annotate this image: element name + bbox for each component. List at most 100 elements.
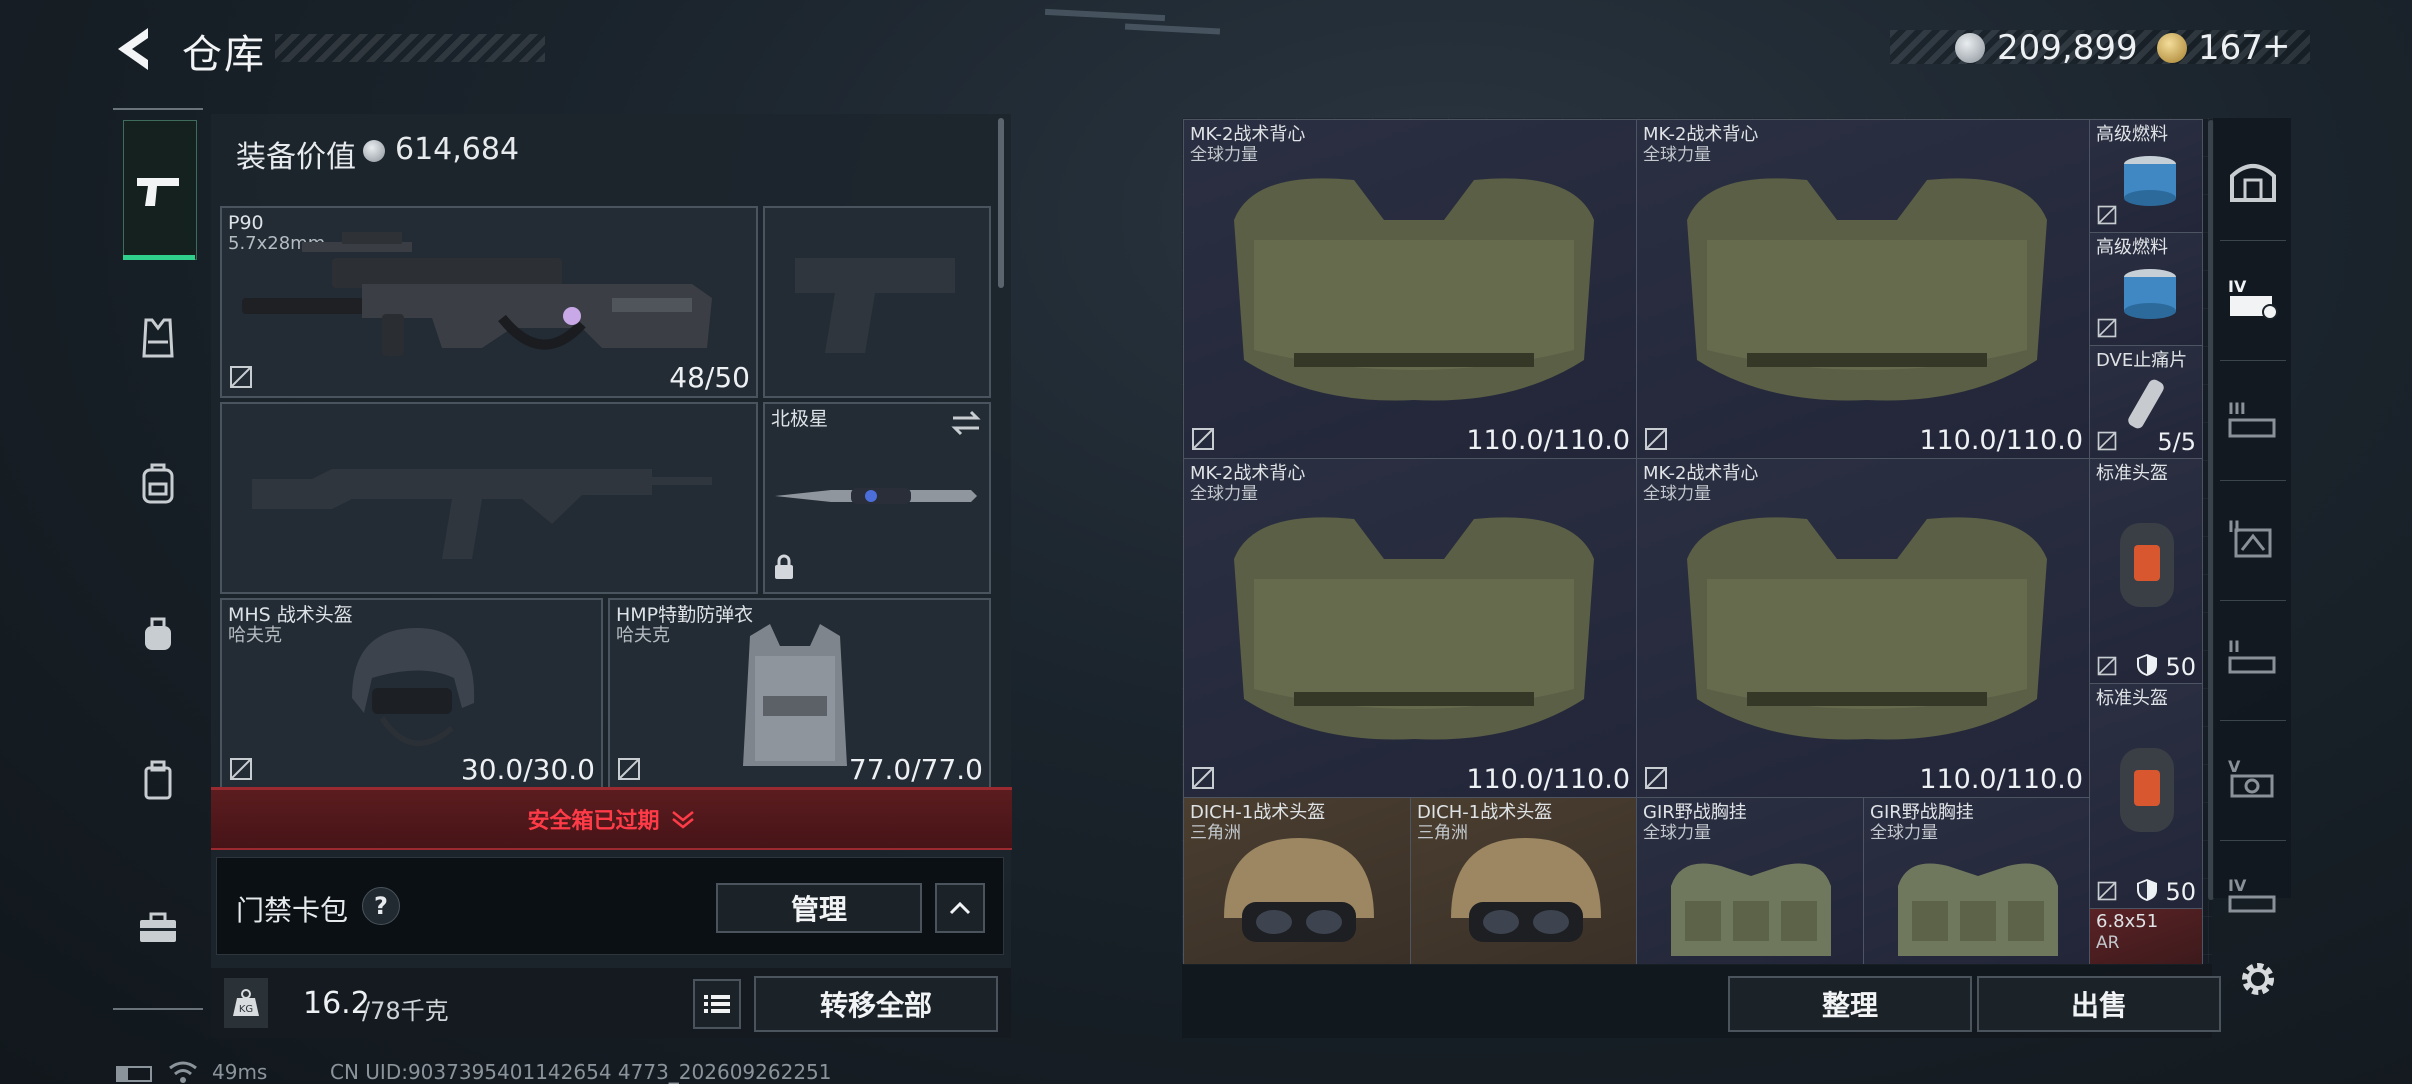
gold-coin-icon bbox=[2157, 33, 2187, 63]
storage-tier-iii-icon: III bbox=[2228, 399, 2276, 438]
storage-tab-2[interactable]: II bbox=[2224, 628, 2282, 686]
pistol-icon bbox=[137, 178, 179, 206]
armor-slot[interactable]: HMP特勤防弹衣 哈夫克 77.0/77.0 bbox=[608, 598, 991, 790]
wifi-icon bbox=[169, 1061, 197, 1083]
chest-rig-image bbox=[1898, 863, 2058, 956]
shield-icon bbox=[2137, 654, 2157, 676]
item-durability: 110.0/110.0 bbox=[1466, 425, 1630, 456]
storage-item-chest-rig[interactable]: GIR野战胸挂 全球力量 bbox=[1863, 797, 2090, 965]
safe-box-expired-bar[interactable]: 安全箱已过期 bbox=[211, 787, 1012, 850]
storage-item-dich-helmet[interactable]: DICH-1战术头盔 三角洲 bbox=[1410, 797, 1637, 965]
storage-tab-4b[interactable]: IV bbox=[2224, 866, 2282, 924]
storage-item-ammo[interactable]: 6.8x51 AR bbox=[2089, 908, 2203, 965]
swap-icon[interactable] bbox=[951, 410, 981, 436]
rifle-silhouette-icon bbox=[252, 469, 712, 559]
title-decoration bbox=[275, 34, 545, 62]
item-armor-level: 50 bbox=[2165, 653, 2196, 681]
chevron-up-icon bbox=[949, 901, 971, 915]
list-view-button[interactable] bbox=[693, 979, 741, 1029]
tab-divider bbox=[2220, 600, 2286, 601]
tab-divider bbox=[2220, 840, 2286, 841]
item-name: DICH-1战术头盔 bbox=[1190, 802, 1326, 823]
no-insure-icon bbox=[2097, 318, 2117, 338]
no-insure-icon bbox=[2097, 431, 2117, 451]
toolbox-icon bbox=[140, 912, 176, 942]
svg-text:V: V bbox=[2228, 757, 2241, 776]
storage-item-chest-rig[interactable]: GIR野战胸挂 全球力量 bbox=[1636, 797, 1864, 965]
item-brand: AR bbox=[2096, 933, 2120, 953]
storage-item-helmet[interactable]: 标准头盔 50 bbox=[2089, 458, 2203, 684]
item-name: GIR野战胸挂 bbox=[1870, 802, 1974, 823]
item-name: 6.8x51 bbox=[2096, 911, 2159, 932]
sidebar-item-pouch[interactable] bbox=[133, 755, 183, 805]
sidebar-item-bag[interactable] bbox=[133, 608, 183, 658]
keycard-help-button[interactable]: ? bbox=[362, 887, 400, 925]
storage-tier-v-icon: V bbox=[2228, 757, 2274, 798]
primary-weapon-slot[interactable]: P90 5.7x28mm 48/50 bbox=[220, 206, 758, 398]
svg-text:KG: KG bbox=[239, 1004, 253, 1015]
storage-item-vest[interactable]: MK-2战术背心 全球力量 110.0/110.0 bbox=[1636, 119, 2090, 459]
vest-icon bbox=[142, 318, 174, 358]
storage-tier-iv-icon: IV bbox=[2228, 277, 2278, 320]
keycard-label: 门禁卡包 bbox=[236, 894, 349, 927]
vault-icon bbox=[2230, 164, 2276, 202]
add-gold-button[interactable]: + bbox=[2262, 26, 2291, 66]
storage-item-painkiller[interactable]: DVE止痛片 5/5 bbox=[2089, 345, 2203, 459]
loadout-scrollbar[interactable] bbox=[998, 118, 1004, 288]
tab-divider bbox=[2220, 720, 2286, 721]
melee-slot[interactable]: 北极星 bbox=[763, 402, 991, 594]
back-button[interactable] bbox=[112, 24, 156, 74]
item-armor-level: 50 bbox=[2165, 878, 2196, 906]
svg-text:III: III bbox=[2228, 399, 2246, 418]
sort-button[interactable]: 整理 bbox=[1728, 976, 1972, 1032]
sidebar-item-weapons[interactable] bbox=[133, 165, 183, 215]
tab-divider bbox=[2220, 360, 2286, 361]
storage-item-vest[interactable]: MK-2战术背心 全球力量 110.0/110.0 bbox=[1183, 458, 1637, 798]
svg-text:IV: IV bbox=[2228, 876, 2247, 895]
pill-tube-image bbox=[2128, 379, 2164, 429]
item-brand: 全球力量 bbox=[1643, 823, 1711, 843]
silver-coin-icon bbox=[1955, 33, 1985, 63]
storage-tab-armor[interactable]: II bbox=[2224, 508, 2282, 566]
chest-rig-image bbox=[1671, 863, 1831, 956]
storage-item-vest[interactable]: MK-2战术背心 全球力量 110.0/110.0 bbox=[1183, 119, 1637, 459]
bag-icon bbox=[145, 617, 171, 650]
storage-item-dich-helmet[interactable]: DICH-1战术头盔 三角洲 bbox=[1183, 797, 1411, 965]
no-insure-icon bbox=[230, 758, 252, 780]
pistol-slot[interactable] bbox=[763, 206, 991, 398]
storage-tab-5[interactable]: V bbox=[2224, 748, 2282, 806]
item-name: 标准头盔 bbox=[2096, 463, 2168, 484]
tab-divider bbox=[2220, 480, 2286, 481]
keycard-manage-button[interactable]: 管理 bbox=[716, 883, 922, 933]
p90-weapon-image bbox=[242, 232, 712, 356]
dich-helmet-image bbox=[1451, 838, 1601, 942]
helmet-slot[interactable]: MHS 战术头盔 哈夫克 30.0/30.0 bbox=[220, 598, 603, 790]
item-durability: 110.0/110.0 bbox=[1919, 764, 2083, 795]
helmet-brand: 哈夫克 bbox=[228, 625, 282, 646]
sidebar-item-vest[interactable] bbox=[133, 313, 183, 363]
no-insure-icon bbox=[2097, 881, 2117, 901]
settings-button[interactable] bbox=[2237, 958, 2279, 1000]
sell-button[interactable]: 出售 bbox=[1977, 976, 2221, 1032]
storage-item-fuel[interactable]: 高级燃料 bbox=[2089, 119, 2203, 233]
item-name: 高级燃料 bbox=[2096, 237, 2168, 258]
storage-item-helmet[interactable]: 标准头盔 50 bbox=[2089, 683, 2203, 909]
storage-item-fuel[interactable]: 高级燃料 bbox=[2089, 232, 2203, 346]
secondary-weapon-slot[interactable] bbox=[220, 402, 758, 594]
sidebar-active-indicator bbox=[123, 255, 195, 260]
helmet-image bbox=[2120, 748, 2174, 832]
storage-tab-3[interactable]: III bbox=[2224, 390, 2282, 448]
armor-durability: 77.0/77.0 bbox=[848, 753, 983, 786]
sidebar-item-toolbox[interactable] bbox=[133, 902, 183, 952]
sidebar-item-backpack[interactable] bbox=[133, 458, 183, 508]
no-insure-icon bbox=[1192, 428, 1214, 450]
storage-tab-4[interactable]: IV bbox=[2224, 268, 2282, 326]
item-name: MK-2战术背心 bbox=[1643, 463, 1759, 484]
storage-item-vest[interactable]: MK-2战术背心 全球力量 110.0/110.0 bbox=[1636, 458, 2090, 798]
transfer-all-button[interactable]: 转移全部 bbox=[754, 976, 998, 1032]
pistol-silhouette-icon bbox=[795, 258, 955, 353]
item-brand: 全球力量 bbox=[1870, 823, 1938, 843]
collapse-button[interactable] bbox=[935, 883, 985, 933]
silver-coin-icon bbox=[363, 140, 385, 162]
storage-tab-home[interactable] bbox=[2224, 150, 2282, 208]
